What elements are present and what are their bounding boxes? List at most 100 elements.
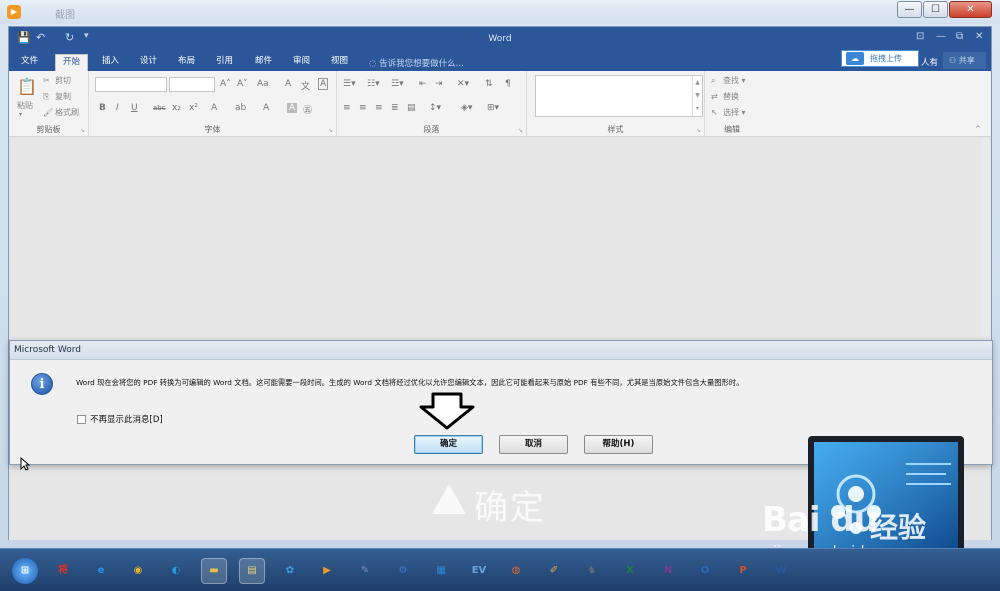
tab-view[interactable]: 视图	[324, 54, 355, 71]
tab-insert[interactable]: 插入	[95, 54, 126, 71]
onenote-icon[interactable]: N	[655, 558, 681, 584]
numbering-icon[interactable]: ☷▾	[367, 79, 380, 89]
font-color-button[interactable]: A	[263, 103, 269, 113]
paste-dropdown-icon[interactable]: ▾	[19, 111, 22, 118]
tab-references[interactable]: 引用	[209, 54, 240, 71]
ev-recorder-icon[interactable]: EV	[466, 558, 492, 584]
shrink-font-button[interactable]: A˅	[237, 79, 248, 89]
superscript-button[interactable]: x²	[189, 103, 198, 113]
distributed-icon[interactable]: ▤	[407, 103, 416, 113]
sort-icon[interactable]: ⇅	[485, 79, 493, 89]
highlight-button[interactable]: ab	[235, 103, 246, 113]
styles-gallery[interactable]: ▲ ▼ ▾	[535, 75, 703, 117]
font-size-dropdown[interactable]	[169, 77, 215, 92]
notes-icon[interactable]: ▤	[239, 558, 265, 584]
paste-button[interactable]: 粘贴	[17, 100, 33, 111]
align-left-icon[interactable]: ≡	[343, 103, 351, 113]
tab-design[interactable]: 设计	[133, 54, 164, 71]
grow-font-button[interactable]: A˄	[220, 79, 231, 89]
app-jiang-icon[interactable]: 将	[50, 558, 76, 584]
help-button[interactable]: 帮助(H)	[584, 435, 653, 454]
align-right-icon[interactable]: ≡	[375, 103, 383, 113]
windows-store-icon[interactable]: ▦	[428, 558, 454, 584]
tab-layout[interactable]: 布局	[171, 54, 202, 71]
replace-button[interactable]: ⇄ 替换	[711, 91, 739, 102]
word-minimize-button[interactable]: —	[936, 31, 946, 42]
shading-icon[interactable]: ◈▾	[461, 103, 472, 113]
network-icon[interactable]: ⚙	[390, 558, 416, 584]
ok-button[interactable]: 确定	[414, 435, 483, 454]
copy-button[interactable]: ⎘ 复制	[43, 91, 71, 102]
ribbon-display-options-icon[interactable]: ⊡	[916, 31, 924, 42]
line-spacing-icon[interactable]: ↕▾	[429, 103, 441, 113]
bold-button[interactable]: B	[99, 103, 106, 113]
tab-review[interactable]: 审阅	[286, 54, 317, 71]
show-marks-icon[interactable]: ¶	[505, 79, 511, 89]
dialog-launcher-icon[interactable]: ↘	[80, 127, 85, 134]
paste-icon[interactable]: 📋	[17, 77, 37, 96]
tab-mailings[interactable]: 邮件	[248, 54, 279, 71]
dialog-launcher-icon[interactable]: ↘	[328, 127, 333, 134]
select-button[interactable]: ↖ 选择 ▾	[711, 107, 746, 118]
bullets-icon[interactable]: ☰▾	[343, 79, 356, 89]
tab-file[interactable]: 文件	[14, 54, 45, 71]
outlook-icon[interactable]: O	[692, 558, 718, 584]
pinwheel-icon[interactable]: ✿	[277, 558, 303, 584]
text-effects-button[interactable]: A	[211, 103, 217, 113]
ie-icon[interactable]: e	[88, 558, 114, 584]
phonetic-guide-icon[interactable]: 文	[301, 79, 310, 92]
underline-button[interactable]: U	[131, 103, 138, 113]
pen-tool-icon[interactable]: ✐	[541, 558, 567, 584]
styles-scroll[interactable]: ▲ ▼ ▾	[692, 76, 702, 116]
justify-icon[interactable]: ≣	[391, 103, 399, 113]
dialog-launcher-icon[interactable]: ↘	[518, 127, 523, 134]
share-button[interactable]: ⚇ 共享	[943, 52, 986, 69]
cut-button[interactable]: ✂ 剪切	[43, 75, 71, 86]
account-name[interactable]: 人有	[921, 56, 938, 68]
powerpoint-icon[interactable]: P	[730, 558, 756, 584]
excel-icon[interactable]: X	[617, 558, 643, 584]
increase-indent-icon[interactable]: ⇥	[435, 79, 443, 89]
chess-icon[interactable]: ♞	[579, 558, 605, 584]
baidu-logo-watermark: Bai du	[762, 500, 878, 540]
multilevel-list-icon[interactable]: ☲▾	[391, 79, 404, 89]
word-icon[interactable]: W	[768, 558, 794, 584]
word-close-button[interactable]: ✕	[975, 31, 983, 42]
chrome-icon[interactable]: ◉	[125, 558, 151, 584]
enclosed-char-icon[interactable]: ㊄	[303, 103, 312, 116]
cancel-button[interactable]: 取消	[499, 435, 568, 454]
start-orb-icon[interactable]: ⊞	[12, 558, 38, 584]
outer-close-button[interactable]: ✕	[949, 1, 992, 18]
tab-home[interactable]: 开始	[55, 54, 89, 71]
strikethrough-button[interactable]: abc	[153, 104, 166, 112]
decrease-indent-icon[interactable]: ⇤	[419, 79, 427, 89]
dont-show-again-checkbox[interactable]	[77, 415, 86, 424]
chinese-layout-icon[interactable]: ✕▾	[457, 79, 469, 89]
lightbulb-icon: ◌	[369, 59, 380, 69]
outer-minimize-button[interactable]: —	[897, 1, 922, 18]
media-player-icon[interactable]: ▶	[314, 558, 340, 584]
align-center-icon[interactable]: ≡	[359, 103, 367, 113]
dialog-launcher-icon[interactable]: ↘	[696, 127, 701, 134]
paint-icon[interactable]: ✎	[352, 558, 378, 584]
change-case-button[interactable]: Aa	[257, 79, 269, 89]
folder-icon[interactable]: ▬	[201, 558, 227, 584]
char-shading-button[interactable]: A	[287, 103, 298, 113]
outer-maximize-button[interactable]: ☐	[923, 1, 948, 18]
find-button[interactable]: ⌕ 查找 ▾	[711, 75, 746, 86]
baidu-upload-button[interactable]: ☁ 拖拽上传	[841, 50, 919, 67]
tell-me-search[interactable]: ◌ 告诉我您想要做什么...	[369, 57, 464, 69]
firefox-icon[interactable]: ◍	[503, 558, 529, 584]
borders-icon[interactable]: ⊞▾	[487, 103, 499, 113]
font-name-dropdown[interactable]	[95, 77, 167, 92]
browser-cloud-icon[interactable]: ◐	[163, 558, 189, 584]
subscript-button[interactable]: x₂	[172, 103, 181, 113]
clear-formatting-button[interactable]: A	[285, 79, 291, 89]
italic-button[interactable]: I	[116, 103, 119, 113]
vertical-scrollbar[interactable]	[981, 138, 991, 338]
format-painter-button[interactable]: 🖌 格式刷	[43, 107, 79, 118]
collapse-ribbon-icon[interactable]: ^	[975, 125, 981, 133]
word-restore-button[interactable]: ⧉	[956, 31, 963, 42]
dont-show-again-label[interactable]: 不再显示此消息[D]	[90, 413, 163, 425]
char-border-button[interactable]: A	[318, 78, 329, 90]
